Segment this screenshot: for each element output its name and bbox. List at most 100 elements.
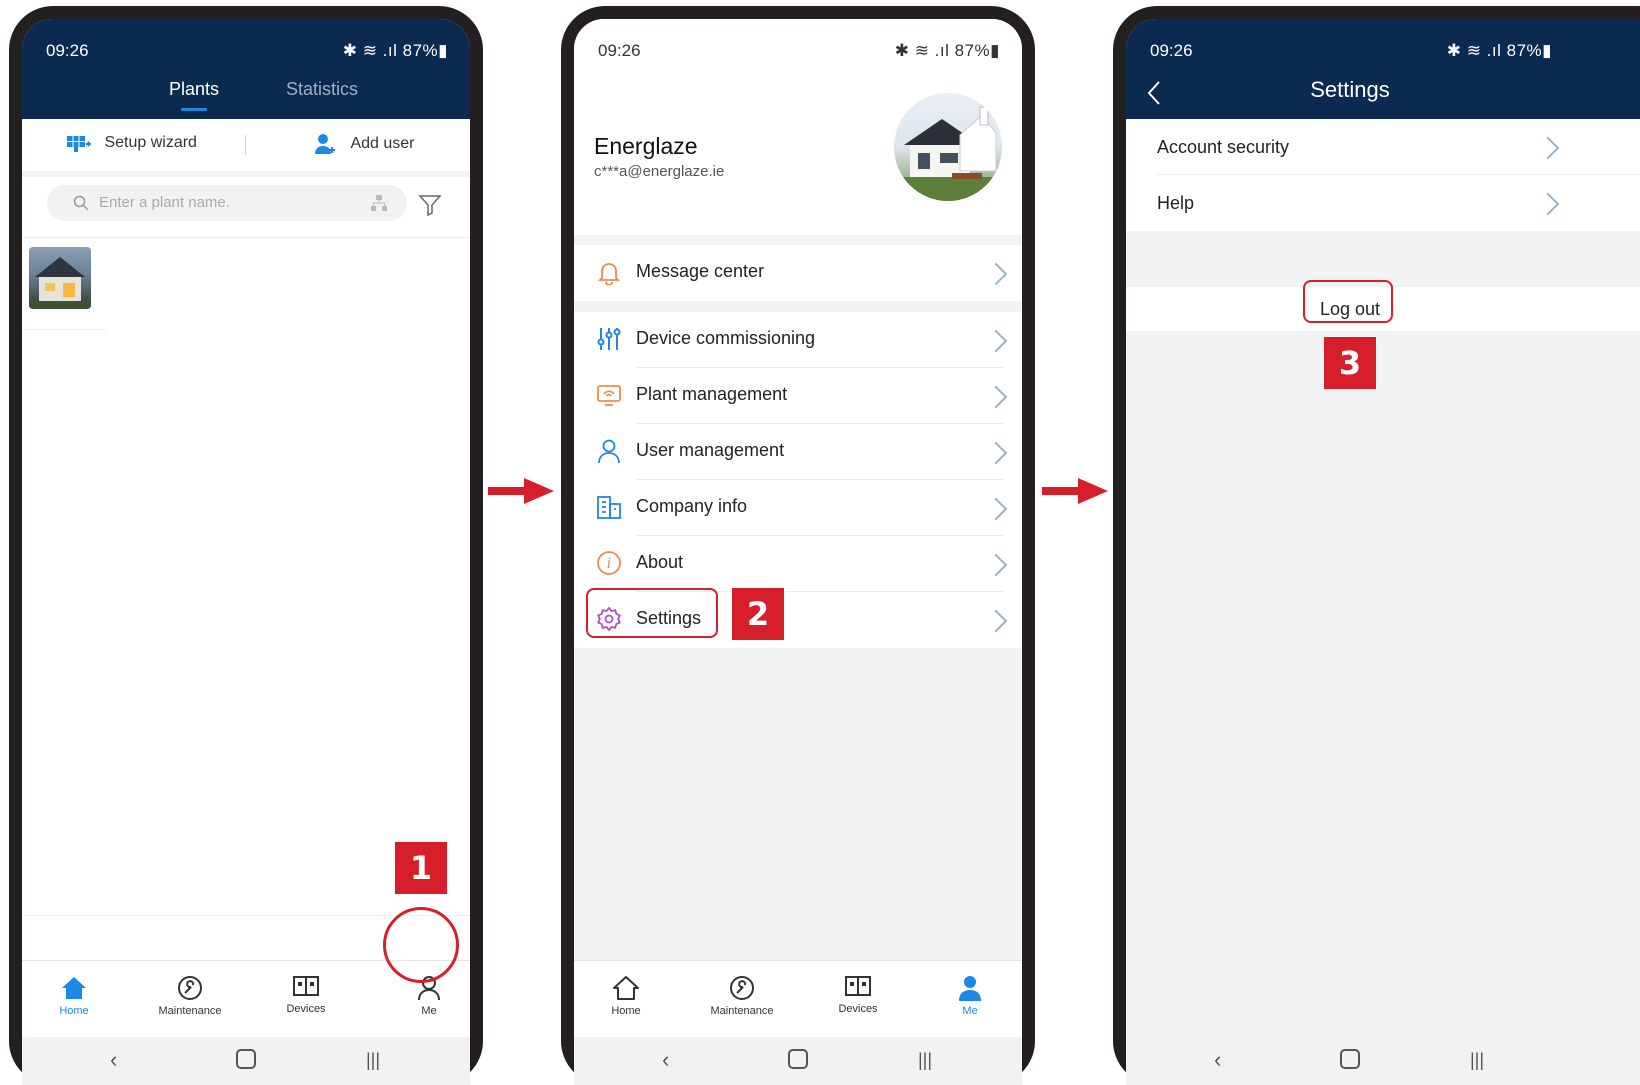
sliders-icon: [597, 328, 621, 350]
maintenance-icon: [730, 976, 754, 1000]
action-divider: [245, 135, 246, 155]
svg-text:i: i: [607, 556, 611, 572]
solar-panel-icon: [67, 136, 91, 152]
maintenance-icon: [178, 976, 202, 1000]
highlight-me-circle: [383, 907, 459, 983]
profile-name: Energlaze: [594, 133, 698, 159]
step-badge-1: 1: [395, 842, 447, 894]
search-input[interactable]: Enter a plant name.: [47, 185, 407, 221]
chevron-right-icon: [984, 441, 1008, 465]
nav-home[interactable]: Home: [574, 975, 682, 1017]
screen-me: 09:26 ✱ ≋ .ıl 87%▮ Energlaze c***a@energ…: [574, 19, 1022, 1085]
phone-frame-1: 09:26 ✱ ≋ .ıl 87%▮ Plants Statistics Set…: [9, 6, 483, 1085]
tab-plants[interactable]: Plants: [152, 79, 236, 111]
nav-home[interactable]: Home: [22, 975, 130, 1017]
profile-card[interactable]: Energlaze c***a@energlaze.ie: [574, 79, 1022, 235]
setup-wizard-label: Setup wizard: [104, 134, 197, 151]
nav-devices[interactable]: Devices: [802, 975, 914, 1015]
plant-row-divider: [22, 329, 106, 330]
header-tabs: Plants Statistics: [22, 79, 470, 119]
settings-item-account-security[interactable]: Account security: [1126, 119, 1640, 175]
step-badge-3: 3: [1324, 337, 1376, 389]
menu-company-info[interactable]: Company info: [574, 480, 1022, 536]
system-home-icon[interactable]: [236, 1049, 256, 1075]
status-icons: ✱ ≋ .ıl 87%▮: [1446, 41, 1552, 60]
search-placeholder: Enter a plant name.: [99, 194, 230, 211]
status-time: 09:26: [46, 41, 89, 60]
menu-company-info-label: Company info: [636, 496, 748, 516]
step-badge-2: 2: [732, 588, 784, 640]
filter-icon[interactable]: [418, 193, 442, 217]
house-photo-icon: [894, 106, 1002, 201]
menu-user-management-label: User management: [636, 440, 785, 460]
nav-me-label: Me: [962, 1005, 978, 1017]
nav-me-label: Me: [421, 1005, 437, 1017]
help-label: Help: [1157, 193, 1195, 213]
chevron-right-icon: [984, 262, 1008, 286]
nav-maintenance-label: Maintenance: [710, 1005, 774, 1017]
system-navigation-bar: ‹ |||: [22, 1037, 470, 1085]
menu-device-commissioning-label: Device commissioning: [636, 328, 816, 348]
chevron-right-icon: [1536, 192, 1560, 216]
nav-devices[interactable]: Devices: [250, 975, 362, 1015]
status-icons: ✱ ≋ .ıl 87%▮: [342, 41, 448, 60]
chevron-right-icon: [1536, 136, 1560, 160]
search-icon: [73, 195, 89, 211]
highlight-logout: [1303, 280, 1393, 323]
settings-header: Settings: [1126, 77, 1640, 119]
status-bar: 09:26 ✱ ≋ .ıl 87%▮: [574, 19, 1022, 79]
system-home-icon[interactable]: [1340, 1049, 1360, 1075]
nav-maintenance[interactable]: Maintenance: [134, 975, 246, 1017]
system-back-icon[interactable]: ‹: [110, 1047, 117, 1073]
home-icon: [62, 977, 86, 999]
system-navigation-bar: ‹ |||: [574, 1037, 1022, 1085]
page-title: Settings: [1310, 77, 1390, 102]
menu-plant-management[interactable]: Plant management: [574, 368, 1022, 424]
add-user-button[interactable]: Add user: [314, 133, 415, 157]
bottom-navigation: Home Maintenance Devices Me: [574, 960, 1022, 1037]
status-bar: 09:26 ✱ ≋ .ıl 87%▮: [22, 19, 470, 79]
system-back-icon[interactable]: ‹: [662, 1047, 669, 1073]
system-recent-apps-icon[interactable]: |||: [918, 1050, 932, 1071]
info-icon: i: [597, 551, 621, 575]
profile-email: c***a@energlaze.ie: [594, 163, 725, 180]
chevron-right-icon: [984, 497, 1008, 521]
add-user-icon: [315, 134, 335, 154]
user-icon: [959, 976, 981, 1001]
nav-maintenance[interactable]: Maintenance: [686, 975, 798, 1017]
nav-maintenance-label: Maintenance: [158, 1005, 222, 1017]
building-icon: [597, 496, 621, 519]
house-image-icon: [29, 257, 91, 309]
nav-home-label: Home: [611, 1005, 641, 1017]
menu-message-center-label: Message center: [636, 261, 765, 281]
arrow-right-icon: [488, 478, 554, 504]
account-security-label: Account security: [1157, 137, 1290, 157]
system-home-icon[interactable]: [788, 1049, 808, 1075]
menu-plant-management-label: Plant management: [636, 384, 788, 404]
setup-wizard-button[interactable]: Setup wizard: [66, 133, 197, 157]
phone-frame-2: 09:26 ✱ ≋ .ıl 87%▮ Energlaze c***a@energ…: [561, 6, 1035, 1085]
screen-settings: 09:26 ✱ ≋ .ıl 87%▮ Settings Account secu…: [1126, 19, 1640, 1085]
tab-statistics[interactable]: Statistics: [272, 79, 372, 100]
nav-me[interactable]: Me: [914, 975, 1022, 1017]
tab-plants-label: Plants: [168, 79, 220, 99]
system-recent-apps-icon[interactable]: |||: [366, 1050, 380, 1071]
action-bar: Setup wizard Add user: [22, 119, 470, 177]
chevron-right-icon: [984, 385, 1008, 409]
add-user-label: Add user: [350, 135, 415, 152]
plant-thumbnail[interactable]: [29, 247, 91, 309]
system-recent-apps-icon[interactable]: |||: [1470, 1050, 1484, 1071]
menu-message-center[interactable]: Message center: [574, 245, 1022, 301]
hierarchy-icon[interactable]: [370, 194, 388, 212]
settings-item-help[interactable]: Help: [1126, 175, 1640, 231]
tab-statistics-label: Statistics: [285, 79, 359, 99]
system-back-icon[interactable]: ‹: [1214, 1047, 1221, 1073]
nav-home-label: Home: [59, 1005, 89, 1017]
menu-user-management[interactable]: User management: [574, 424, 1022, 480]
avatar[interactable]: [894, 93, 1002, 201]
devices-icon: [293, 976, 319, 996]
menu-about[interactable]: i About: [574, 536, 1022, 592]
phone-frame-3: 09:26 ✱ ≋ .ıl 87%▮ Settings Account secu…: [1113, 6, 1640, 1085]
devices-icon: [845, 976, 871, 996]
menu-device-commissioning[interactable]: Device commissioning: [574, 312, 1022, 368]
